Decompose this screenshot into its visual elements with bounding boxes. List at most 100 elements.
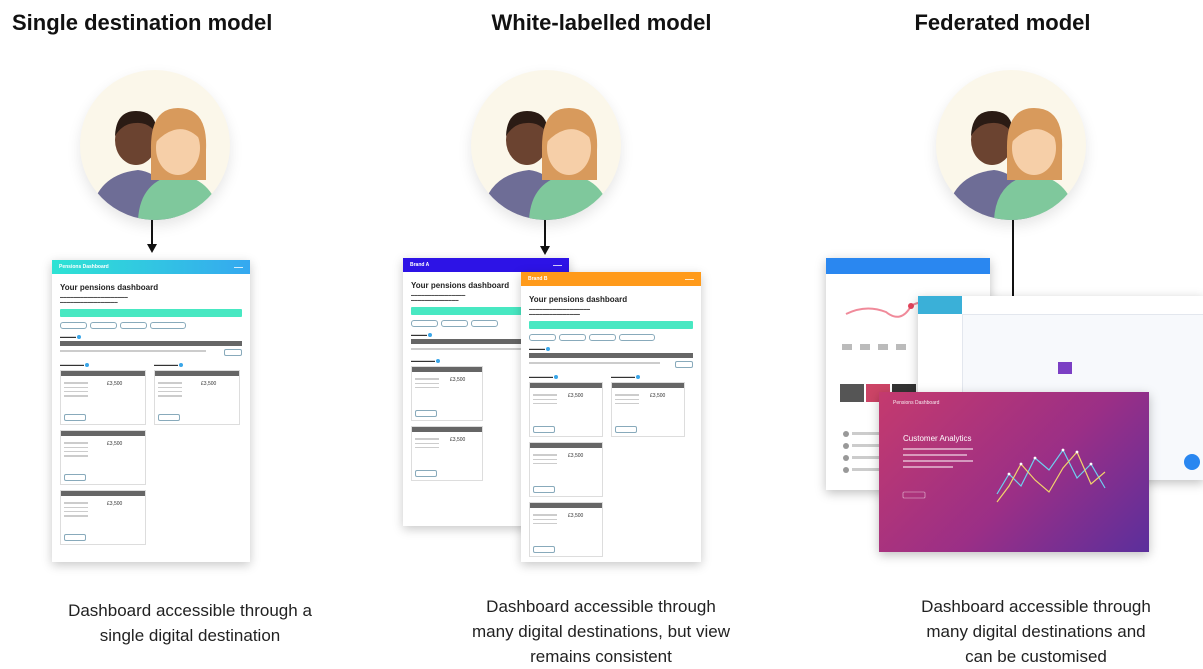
card-line	[64, 442, 88, 444]
card-button	[533, 426, 555, 434]
card-line	[615, 394, 639, 396]
card-body: £3,500	[612, 388, 684, 436]
caption-line: remains consistent	[530, 647, 672, 666]
caption-line: single digital destination	[99, 626, 281, 645]
info-dot-icon	[554, 375, 558, 380]
caption-line: can be customised	[965, 647, 1107, 666]
filter-pill	[60, 322, 87, 330]
card-line	[415, 442, 439, 444]
card-line	[415, 438, 439, 440]
card-line	[615, 398, 639, 400]
section-bar	[60, 341, 242, 347]
card-line	[158, 386, 182, 388]
card-amount: £3,500	[650, 393, 666, 400]
info-dot-icon	[436, 359, 440, 364]
card-amount: £3,500	[107, 381, 123, 388]
card-line	[64, 506, 88, 508]
dashboard-header-link-icon: ▬▬▬	[685, 277, 694, 281]
card-line	[533, 514, 557, 516]
customer-analytics-chart	[902, 448, 1106, 503]
dashboard-header-label: Pensions Dashboard	[59, 264, 109, 270]
section-heading: ▬▬▬▬▬▬	[60, 362, 146, 367]
card-line	[533, 518, 557, 520]
pension-card: £3,500	[611, 382, 685, 438]
people-icon	[936, 70, 1086, 220]
card-line	[64, 386, 88, 388]
card-amount: £3,500	[107, 441, 123, 448]
caption: Dashboard accessible through a single di…	[0, 598, 380, 648]
info-dot-icon	[636, 375, 640, 380]
card-line	[533, 522, 557, 525]
arrow-head	[147, 244, 157, 253]
pensions-dashboard-brand-b: Brand B ▬▬▬ Your pensions dashboard ▬▬▬▬…	[521, 272, 701, 562]
filter-pill	[441, 320, 468, 328]
filter-pill	[471, 320, 498, 328]
dashboard-body: Your pensions dashboard ▬▬▬▬▬▬▬▬▬▬▬▬▬▬▬▬…	[521, 286, 701, 562]
model-title: Federated model	[914, 10, 1091, 35]
model-title: White-labelled model	[491, 10, 712, 35]
admin-topbar	[962, 296, 1203, 315]
model-title: Single destination model	[12, 10, 273, 35]
card-line	[158, 382, 182, 384]
card-column: ▬▬▬▬▬▬ £3,500 £3,500 £3,500	[529, 369, 603, 562]
card-line	[533, 402, 557, 405]
dashboard-header: Brand A ▬▬▬	[403, 258, 569, 272]
pension-card: £3,500	[529, 502, 603, 558]
card-button	[415, 470, 437, 478]
dashboard-row	[60, 348, 242, 357]
caption-line: Dashboard accessible through	[486, 597, 716, 616]
pension-card: £3,500	[411, 366, 483, 422]
caption-line: Dashboard accessible through	[921, 597, 1151, 616]
caption-line: Dashboard accessible through a	[68, 601, 312, 620]
dashboard-header-label: Brand B	[528, 276, 548, 282]
card-line	[64, 455, 88, 457]
filter-pill	[559, 334, 586, 342]
filter-pill	[529, 334, 556, 342]
dashboard-intro-text: ▬▬▬▬▬▬▬▬▬▬▬▬▬▬▬▬▬▬▬▬ ▬▬▬▬▬▬▬▬▬▬▬▬▬▬▬▬▬	[60, 295, 128, 304]
card-body: £3,500	[61, 496, 145, 544]
card-line	[415, 446, 439, 449]
info-dot-icon	[85, 363, 89, 368]
section-heading: ▬▬▬▬▬▬	[529, 374, 603, 379]
dashboard-body: Your pensions dashboard ▬▬▬▬▬▬▬▬▬▬▬▬▬▬▬▬…	[52, 274, 250, 556]
card-line	[415, 386, 439, 389]
card-body: £3,500	[530, 508, 602, 556]
card-body: £3,500	[61, 436, 145, 484]
card-body: £3,500	[61, 376, 145, 424]
dashboard-row	[529, 360, 693, 369]
card-line	[533, 462, 557, 465]
caption: Dashboard accessible through many digita…	[411, 594, 791, 669]
caption: Dashboard accessible through many digita…	[846, 594, 1203, 669]
card-line	[64, 510, 88, 513]
filter-pill	[150, 322, 186, 330]
card-line	[158, 390, 182, 393]
card-button	[64, 414, 86, 422]
filter-pill	[90, 322, 117, 330]
dashboard-header-label: Brand A	[410, 262, 430, 268]
card-body: £3,500	[155, 376, 239, 424]
card-button	[415, 410, 437, 418]
card-body: £3,500	[530, 388, 602, 436]
column-white-labelled: White-labelled model Brand A ▬▬▬ Your pe…	[401, 0, 802, 666]
card-button	[158, 414, 180, 422]
arrow-line	[544, 220, 546, 246]
card-line	[64, 502, 88, 504]
filter-pill	[120, 322, 147, 330]
sidebar-accent	[918, 296, 962, 314]
pension-card: £3,500	[60, 430, 146, 486]
card-line	[64, 450, 88, 453]
dashboard-intro-text: ▬▬▬▬▬▬▬▬▬▬▬▬▬▬▬▬▬▬ ▬▬▬▬▬▬▬▬▬▬▬▬▬▬▬	[529, 307, 591, 316]
card-amount: £3,500	[450, 437, 466, 444]
filter-pill	[589, 334, 616, 342]
section-heading: ▬▬▬▬▬▬	[611, 374, 685, 379]
card-line	[415, 378, 439, 380]
column-single-destination: Single destination model Pensions Dashbo…	[0, 0, 401, 666]
filter-pill	[619, 334, 655, 342]
pension-card: £3,500	[60, 370, 146, 426]
card-line	[158, 395, 182, 397]
card-line	[533, 398, 557, 400]
info-dot-icon	[179, 363, 183, 368]
card-button	[64, 474, 86, 482]
caption-line: many digital destinations and	[926, 622, 1146, 641]
dashboard-card-grid: ▬▬▬▬▬▬ £3,500 £3,500 £3,500 ▬▬▬▬▬▬ £3,50…	[60, 357, 242, 550]
